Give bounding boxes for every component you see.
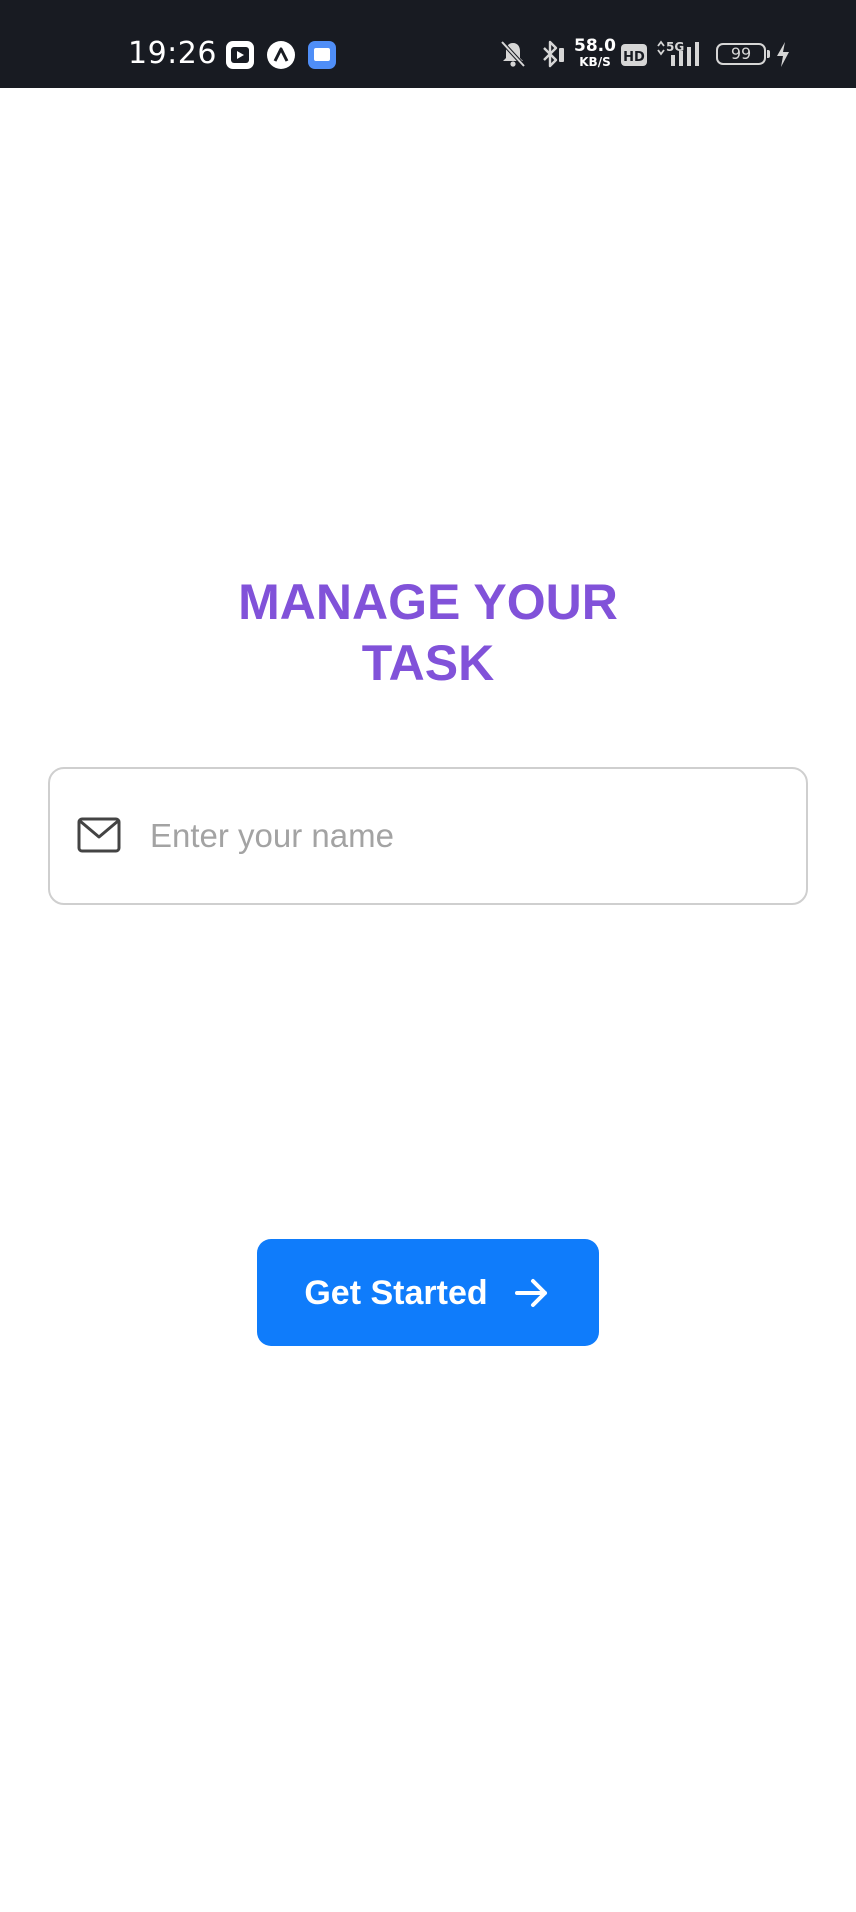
network-speed-value: 58.0 [574, 36, 616, 56]
arrow-right-icon [514, 1278, 547, 1307]
network-speed-unit: KB/S [579, 55, 611, 69]
video-app-icon [226, 41, 254, 69]
triangle-app-icon [267, 41, 295, 69]
get-started-button[interactable]: Get Started [257, 1239, 599, 1346]
signal-5g-icon: 5G [657, 40, 699, 66]
mute-icon [500, 40, 526, 68]
message-app-icon [308, 41, 336, 69]
mail-icon [77, 817, 121, 853]
status-bar: 19:26 58.0 KB/S HD 5G 99 [0, 0, 856, 88]
app-screen: 19:26 58.0 KB/S HD 5G 99 MANAGE YOUR TAS… [0, 0, 856, 1912]
name-field[interactable] [48, 767, 808, 905]
page-title-line-2: TASK [361, 635, 495, 691]
get-started-label: Get Started [304, 1273, 488, 1312]
page-title-line-1: MANAGE YOUR [238, 574, 618, 630]
page-title: MANAGE YOUR TASK [0, 572, 856, 694]
network-speed: 58.0 KB/S [572, 36, 618, 69]
bluetooth-icon [543, 40, 564, 68]
hd-label: HD [623, 50, 645, 65]
status-time: 19:26 [128, 36, 217, 71]
charging-icon [777, 42, 789, 67]
battery-indicator: 99 [716, 43, 770, 65]
hd-icon: HD [621, 44, 647, 66]
name-input[interactable] [150, 799, 770, 873]
